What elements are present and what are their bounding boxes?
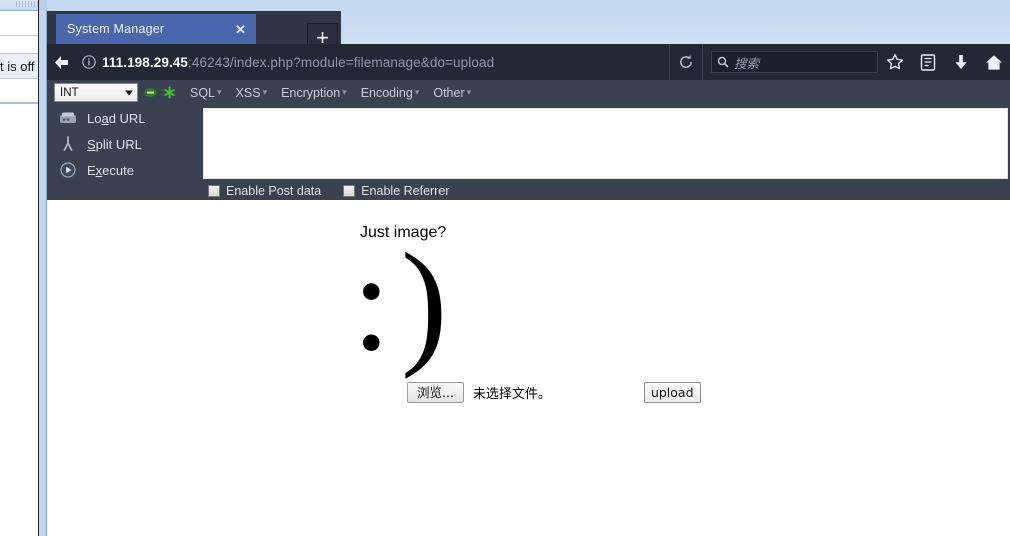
home-icon[interactable] xyxy=(977,44,1010,80)
asterisk-icon[interactable] xyxy=(163,86,176,99)
hackbar-menu-xss-label: XSS xyxy=(235,85,261,100)
info-icon[interactable] xyxy=(76,44,102,80)
load-url-button[interactable]: Load URL xyxy=(47,105,202,131)
page-content: Just image? :) 浏览... 未选择文件。 upload xyxy=(47,200,1010,536)
background-window-toolbar xyxy=(0,0,40,11)
url-bar[interactable]: 111.198.29.45:46243/index.php?module=fil… xyxy=(75,44,670,80)
hackbar-menu-encryption[interactable]: Encryption ▾ xyxy=(281,86,347,100)
reload-icon[interactable] xyxy=(670,44,704,80)
background-window-right-edge-top xyxy=(38,0,47,10)
enable-referrer-checkbox[interactable]: Enable Referrer xyxy=(343,184,449,198)
library-icon[interactable] xyxy=(911,44,944,80)
hackbar-panel: INT SQL ▾ XSS ▾ Encryption ▾ Encoding ▾ … xyxy=(47,80,1010,200)
hackbar-checkbox-group: Enable Post data Enable Referrer xyxy=(47,181,1010,200)
split-url-label: Split URL xyxy=(87,136,142,152)
load-url-icon xyxy=(57,108,79,128)
back-arrow-icon[interactable] xyxy=(47,44,76,80)
file-browse-button[interactable]: 浏览... xyxy=(407,382,464,403)
minus-icon[interactable] xyxy=(144,86,157,99)
chevron-down-icon xyxy=(125,90,133,95)
split-url-icon xyxy=(57,134,79,154)
background-window-toolbar-dots xyxy=(16,1,38,7)
url-host: 111.198.29.45 xyxy=(101,54,189,70)
search-placeholder: 搜索 xyxy=(734,56,760,71)
hackbar-menu-encoding[interactable]: Encoding ▾ xyxy=(361,86,420,100)
star-icon[interactable] xyxy=(878,44,911,80)
chevron-down-icon: ▾ xyxy=(262,86,268,97)
screen-root: t is off System Manager ✕ + 111.198.29.4… xyxy=(0,0,1010,536)
smiley-text: :) xyxy=(352,225,458,380)
background-window-lower-panel xyxy=(0,80,39,104)
execute-icon xyxy=(57,160,79,180)
hackbar-menu-encoding-label: Encoding xyxy=(360,85,413,100)
url-path: :46243/index.php?module=filemanage&do=up… xyxy=(188,54,495,70)
hackbar-menubar: INT SQL ▾ XSS ▾ Encryption ▾ Encoding ▾ … xyxy=(47,80,1010,105)
navbar-icon-group xyxy=(878,44,1010,80)
hackbar-menu-other[interactable]: Other ▾ xyxy=(433,86,471,100)
execute-label: Execute xyxy=(87,162,134,178)
load-url-label: Load URL xyxy=(87,110,146,126)
tab-title: System Manager xyxy=(67,22,165,36)
tabstrip-empty-area[interactable] xyxy=(341,11,1010,44)
execute-button[interactable]: Execute xyxy=(47,157,202,183)
download-icon[interactable] xyxy=(944,44,977,80)
enable-referrer-label: Enable Referrer xyxy=(361,183,450,198)
enable-post-data-checkbox[interactable]: Enable Post data xyxy=(208,184,321,198)
background-window-body xyxy=(0,104,38,536)
hackbar-menu-xss[interactable]: XSS ▾ xyxy=(236,86,268,100)
hackbar-actions: Load URL Split URL Execute xyxy=(47,105,202,181)
checkbox-icon xyxy=(208,184,220,197)
hackbar-menu-other-label: Other xyxy=(433,85,465,100)
search-input[interactable]: 搜索 xyxy=(711,51,878,73)
upload-form: 浏览... 未选择文件。 upload xyxy=(407,382,701,403)
background-window-right-edge xyxy=(38,0,47,536)
hackbar-menu-sql[interactable]: SQL ▾ xyxy=(190,86,222,100)
chevron-down-icon: ▾ xyxy=(414,86,420,97)
enable-post-data-label: Enable Post data xyxy=(226,183,322,198)
close-icon[interactable]: ✕ xyxy=(233,22,248,37)
hackbar-menu-encryption-label: Encryption xyxy=(281,85,341,100)
url-text: 111.198.29.45:46243/index.php?module=fil… xyxy=(102,55,494,70)
browser-navbar: 111.198.29.45:46243/index.php?module=fil… xyxy=(47,44,1010,80)
browser-tabstrip: System Manager ✕ + xyxy=(47,11,1010,53)
file-status-text: 未选择文件。 xyxy=(472,387,551,402)
hackbar-url-textarea[interactable] xyxy=(203,108,1008,179)
search-icon xyxy=(712,56,734,68)
background-window-row: t is off xyxy=(0,53,39,79)
hackbar-type-select-value: INT xyxy=(60,86,79,99)
chevron-down-icon: ▾ xyxy=(217,86,222,97)
split-url-button[interactable]: Split URL xyxy=(47,131,202,157)
browser-window: System Manager ✕ + 111.198.29.45:46243/i… xyxy=(47,11,1010,200)
background-window-panel xyxy=(0,11,39,36)
chevron-down-icon: ▾ xyxy=(466,86,472,97)
chevron-down-icon: ▾ xyxy=(342,86,347,97)
checkbox-icon xyxy=(343,184,356,197)
browser-tab-system-manager[interactable]: System Manager ✕ xyxy=(56,14,256,44)
hackbar-menu-sql-label: SQL xyxy=(190,85,216,100)
hackbar-type-select[interactable]: INT xyxy=(54,83,138,102)
upload-submit-button[interactable]: upload xyxy=(643,382,701,403)
